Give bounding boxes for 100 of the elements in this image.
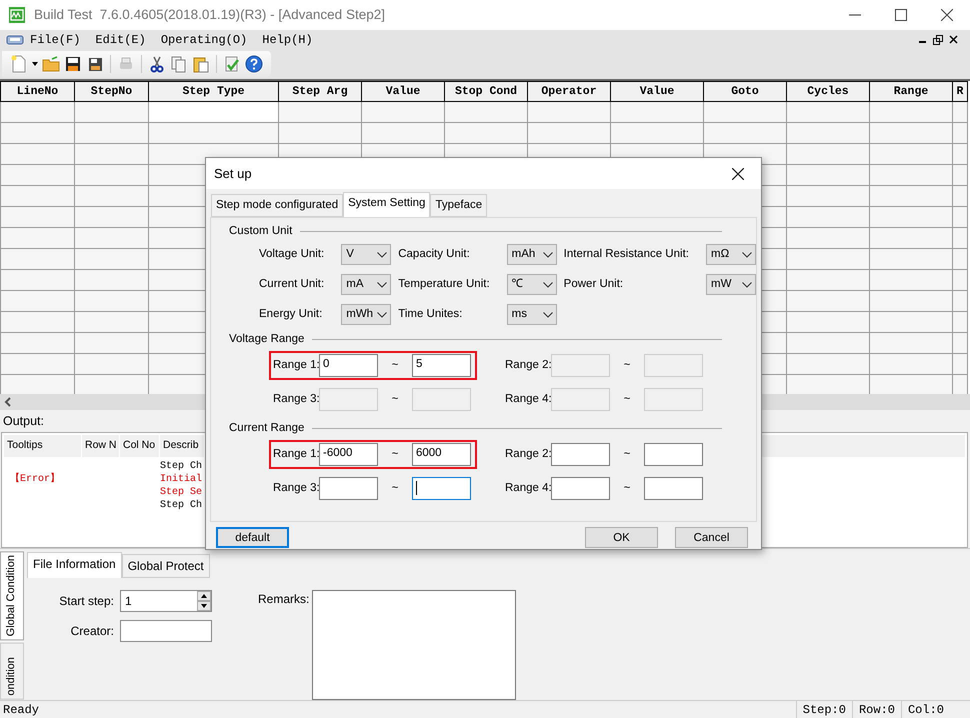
field-label: Creator: — [70, 623, 114, 640]
dropdown[interactable]: mΩ — [706, 244, 756, 266]
group-title: Current Range — [229, 420, 304, 436]
number-field[interactable]: 1 — [120, 590, 212, 612]
field-label: Current Unit: — [259, 277, 326, 292]
column-header[interactable]: Value — [362, 82, 444, 102]
chevron-down-icon — [377, 252, 388, 258]
input-field[interactable] — [319, 477, 378, 500]
dialog-button[interactable]: default — [216, 527, 289, 548]
message-text: Step Ch — [160, 460, 202, 473]
checklist-icon[interactable] — [223, 55, 241, 74]
column-header[interactable]: StepNo — [74, 82, 148, 102]
field-label: Power Unit: — [564, 277, 624, 292]
field-label: Internal Resistance Unit: — [564, 247, 690, 262]
field-label: Energy Unit: — [259, 307, 324, 322]
side-tab[interactable]: Global Condition — [0, 551, 24, 640]
save-icon[interactable] — [64, 55, 82, 74]
chevron-down-icon — [377, 312, 388, 318]
tab[interactable]: Global Protect — [122, 554, 210, 578]
status-cell: Step:0 — [796, 700, 852, 718]
close-icon[interactable] — [732, 168, 744, 180]
tilde-text: ~ — [390, 481, 400, 496]
status-cell: Row:0 — [852, 700, 901, 718]
side-tab[interactable]: ondition — [0, 643, 24, 700]
column-header[interactable]: Operator — [528, 82, 610, 102]
caret-icon[interactable] — [32, 62, 38, 66]
column-header[interactable]: Col No — [120, 434, 160, 457]
tilde-text: ~ — [622, 358, 632, 374]
column-header[interactable]: Tooltips — [4, 434, 82, 457]
field-label: Range 4: — [505, 481, 551, 496]
dropdown[interactable]: mAh — [506, 244, 557, 266]
dialog-button[interactable]: OK — [585, 527, 658, 548]
dialog-button[interactable]: Cancel — [675, 527, 748, 548]
input-field[interactable]: 0 — [319, 354, 378, 378]
dropdown[interactable]: mW — [706, 274, 756, 296]
menu-item[interactable]: Operating(O) — [154, 30, 256, 49]
field-label: Capacity Unit: — [398, 247, 471, 262]
restore-icon[interactable] — [933, 34, 943, 45]
menu-item[interactable]: Help(H) — [256, 30, 322, 49]
input-field[interactable] — [644, 477, 703, 500]
app-icon — [8, 6, 26, 24]
tilde-text: ~ — [622, 481, 632, 496]
dialog-title: Set up — [214, 164, 252, 183]
dropdown[interactable]: mA — [341, 274, 392, 296]
column-header[interactable]: Row N — [82, 434, 120, 457]
menu-item[interactable]: Edit(E) — [89, 30, 155, 49]
field-label: Range 1: — [273, 358, 319, 374]
column-header[interactable]: Value — [610, 82, 704, 102]
tilde-text: ~ — [390, 392, 400, 408]
column-header[interactable]: Cycles — [786, 82, 870, 102]
field-label: Range 2: — [505, 358, 551, 374]
tilde-text: ~ — [622, 447, 632, 462]
tab[interactable]: Typeface — [430, 194, 488, 218]
column-header[interactable]: Step Type — [148, 82, 278, 102]
close-icon[interactable] — [949, 35, 958, 44]
input-field[interactable] — [551, 443, 610, 466]
paste-icon[interactable] — [192, 55, 210, 74]
column-header[interactable]: Step Arg — [278, 82, 362, 102]
chevron-down-icon — [542, 252, 553, 258]
text-area[interactable] — [312, 590, 516, 700]
input-field[interactable]: 6000 — [412, 443, 471, 466]
output-label: Output: — [3, 412, 44, 430]
column-header[interactable]: Goto — [704, 82, 786, 102]
help-icon[interactable] — [245, 55, 263, 74]
column-header[interactable]: Stop Cond — [444, 82, 528, 102]
input-field[interactable] — [551, 477, 610, 500]
tilde-text: ~ — [622, 392, 632, 408]
status-cell: Col:0 — [900, 700, 950, 718]
dropdown[interactable]: ms — [506, 304, 557, 326]
dropdown[interactable]: mWh — [341, 304, 392, 326]
status-text: Ready — [2, 702, 40, 718]
chevron-down-icon — [742, 252, 752, 258]
input-field[interactable]: -6000 — [319, 443, 378, 466]
message-text: Step Se — [160, 486, 202, 499]
input-field[interactable]: 5 — [412, 354, 471, 378]
tab[interactable]: Step mode configurated — [211, 194, 344, 218]
tab[interactable]: File Information — [27, 552, 122, 578]
tab[interactable]: System Setting — [343, 192, 430, 218]
input-field[interactable] — [120, 620, 212, 642]
dropdown[interactable]: ℃ — [506, 274, 557, 296]
spinner-icon[interactable] — [197, 591, 211, 612]
column-header[interactable]: LineNo — [0, 82, 74, 102]
input-field[interactable] — [644, 443, 703, 466]
input-field[interactable] — [412, 477, 471, 500]
field-label: Time Unites: — [398, 307, 464, 322]
message-text: Initial — [160, 472, 202, 486]
group-title: Custom Unit — [229, 224, 292, 239]
close-icon[interactable] — [941, 9, 953, 21]
dropdown[interactable]: V — [341, 244, 392, 266]
field-label: Remarks: — [258, 591, 310, 608]
column-header[interactable]: R — [952, 82, 968, 102]
scissors-icon[interactable] — [148, 55, 166, 74]
field-label: Range 3: — [273, 392, 319, 408]
save-all-icon[interactable] — [86, 55, 104, 74]
field-label: Start step: — [58, 593, 114, 610]
column-header[interactable]: Range — [870, 82, 952, 102]
maximize-icon[interactable] — [895, 9, 907, 21]
window-title: Build Test 7.6.0.4605(2018.01.19)(R3) - [Advanced Step2] — [34, 6, 385, 24]
menu-item[interactable]: File(F) — [24, 30, 90, 49]
group-title: Voltage Range — [229, 332, 304, 347]
